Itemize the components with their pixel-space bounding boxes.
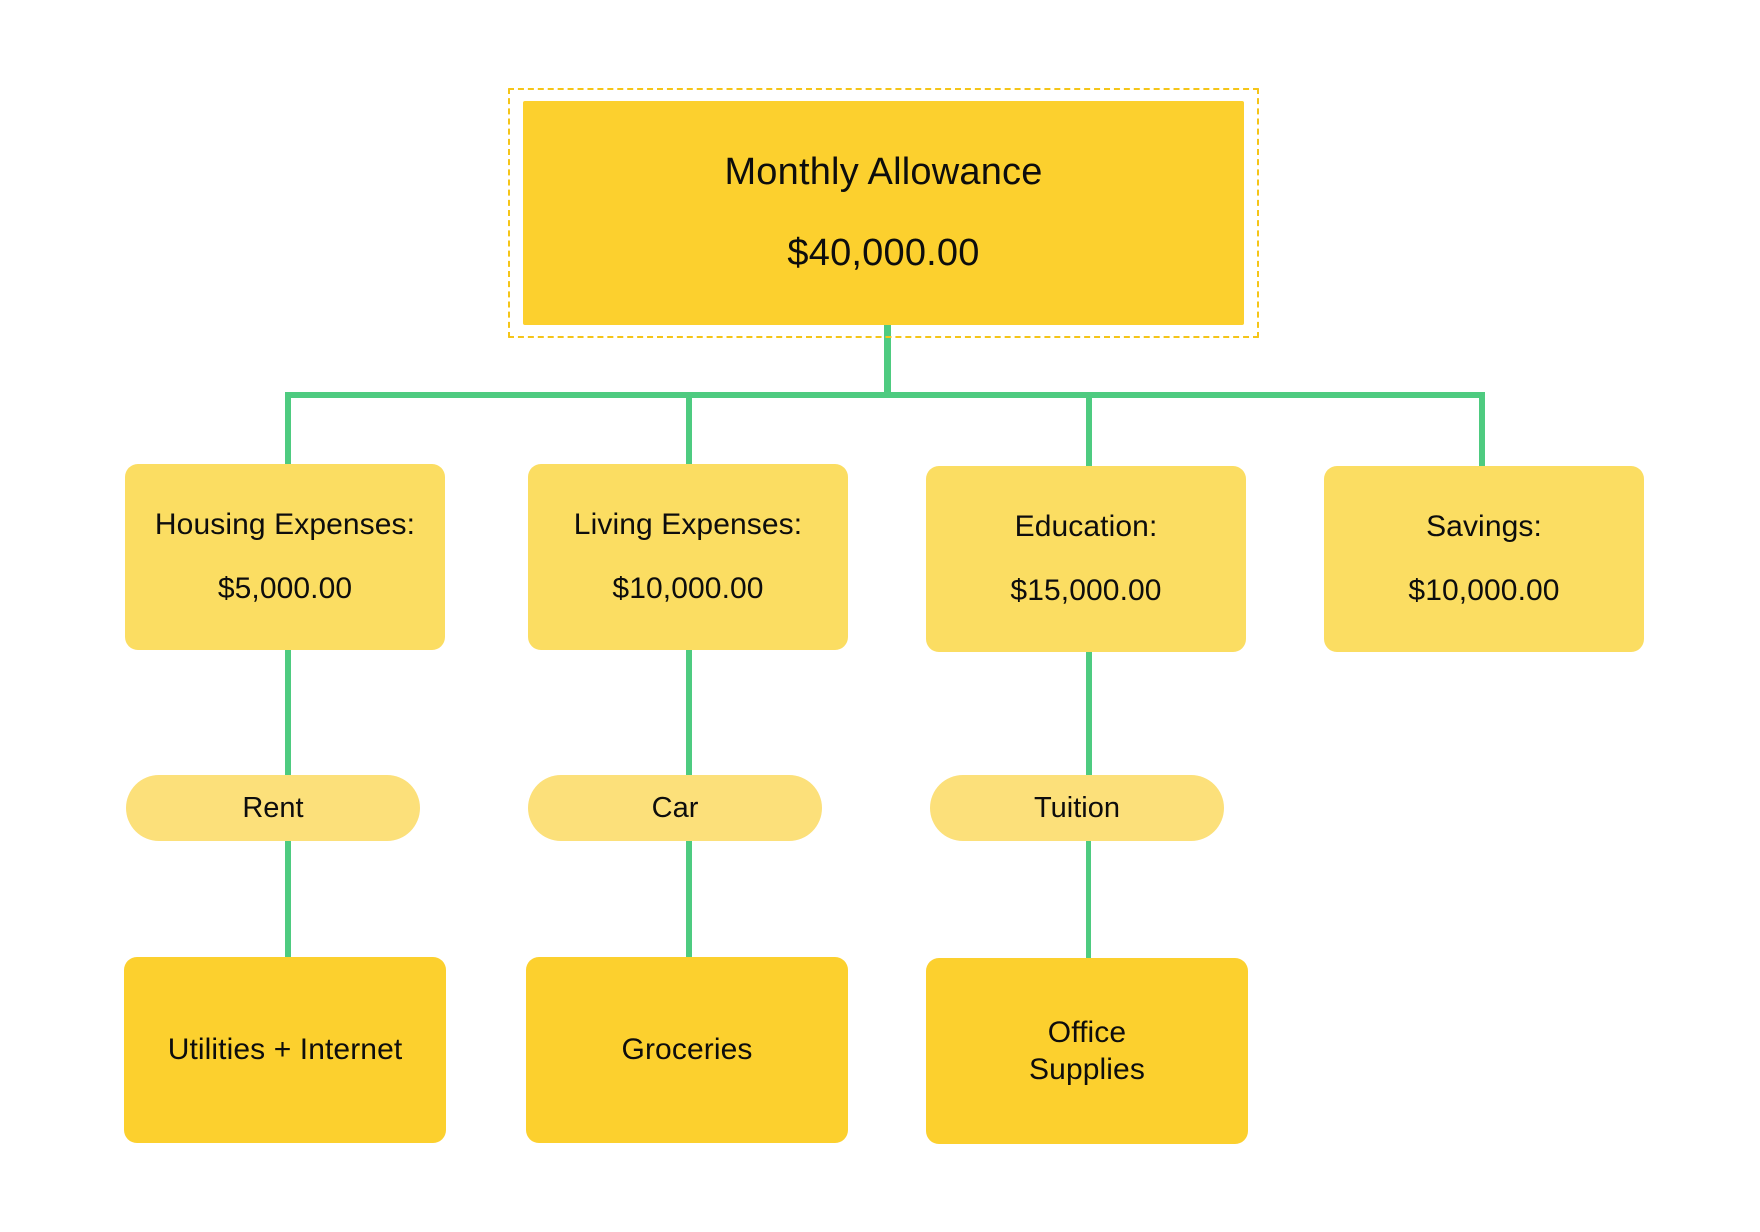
- node-utilities-internet[interactable]: Utilities + Internet: [124, 957, 446, 1143]
- connector-living-to-car: [686, 648, 692, 780]
- node-savings[interactable]: Savings: $10,000.00: [1324, 466, 1644, 652]
- savings-label: Savings:: [1426, 510, 1542, 544]
- connector-bus-to-living: [686, 392, 692, 468]
- node-groceries[interactable]: Groceries: [526, 957, 848, 1143]
- connector-bus-to-education: [1086, 392, 1092, 468]
- connector-rent-to-utilities: [285, 838, 291, 960]
- rent-label: Rent: [242, 791, 304, 824]
- connector-root-stem: [884, 325, 891, 397]
- connector-bus-to-housing: [285, 392, 291, 468]
- connector-bus-to-savings: [1479, 392, 1485, 468]
- connector-car-to-groceries: [686, 838, 692, 960]
- diagram-canvas: Monthly Allowance $40,000.00 Housing Exp…: [0, 0, 1760, 1232]
- node-monthly-allowance[interactable]: Monthly Allowance $40,000.00: [523, 101, 1244, 325]
- office-supplies-label-line1: Office: [1047, 1015, 1127, 1049]
- connector-tuition-to-office-supplies: [1086, 838, 1091, 960]
- root-amount: $40,000.00: [787, 232, 980, 274]
- node-office-supplies[interactable]: Office Supplies: [926, 958, 1248, 1144]
- savings-amount: $10,000.00: [1408, 574, 1560, 607]
- node-rent[interactable]: Rent: [126, 775, 420, 841]
- connector-education-to-tuition: [1086, 650, 1092, 780]
- living-label: Living Expenses:: [573, 508, 803, 542]
- node-living-expenses[interactable]: Living Expenses: $10,000.00: [528, 464, 848, 650]
- utilities-label: Utilities + Internet: [167, 1033, 403, 1067]
- housing-amount: $5,000.00: [217, 572, 353, 605]
- living-amount: $10,000.00: [612, 572, 764, 605]
- groceries-label: Groceries: [621, 1033, 753, 1067]
- education-amount: $15,000.00: [1010, 574, 1162, 607]
- education-label: Education:: [1014, 510, 1158, 544]
- housing-label: Housing Expenses:: [154, 508, 416, 542]
- connector-housing-to-rent: [285, 648, 291, 780]
- node-tuition[interactable]: Tuition: [930, 775, 1224, 841]
- car-label: Car: [651, 791, 699, 824]
- node-housing-expenses[interactable]: Housing Expenses: $5,000.00: [125, 464, 445, 650]
- node-education[interactable]: Education: $15,000.00: [926, 466, 1246, 652]
- connector-horizontal-bus: [285, 392, 1485, 398]
- tuition-label: Tuition: [1034, 791, 1120, 824]
- office-supplies-label-line2: Supplies: [1029, 1053, 1145, 1086]
- root-label: Monthly Allowance: [724, 151, 1043, 194]
- node-car[interactable]: Car: [528, 775, 822, 841]
